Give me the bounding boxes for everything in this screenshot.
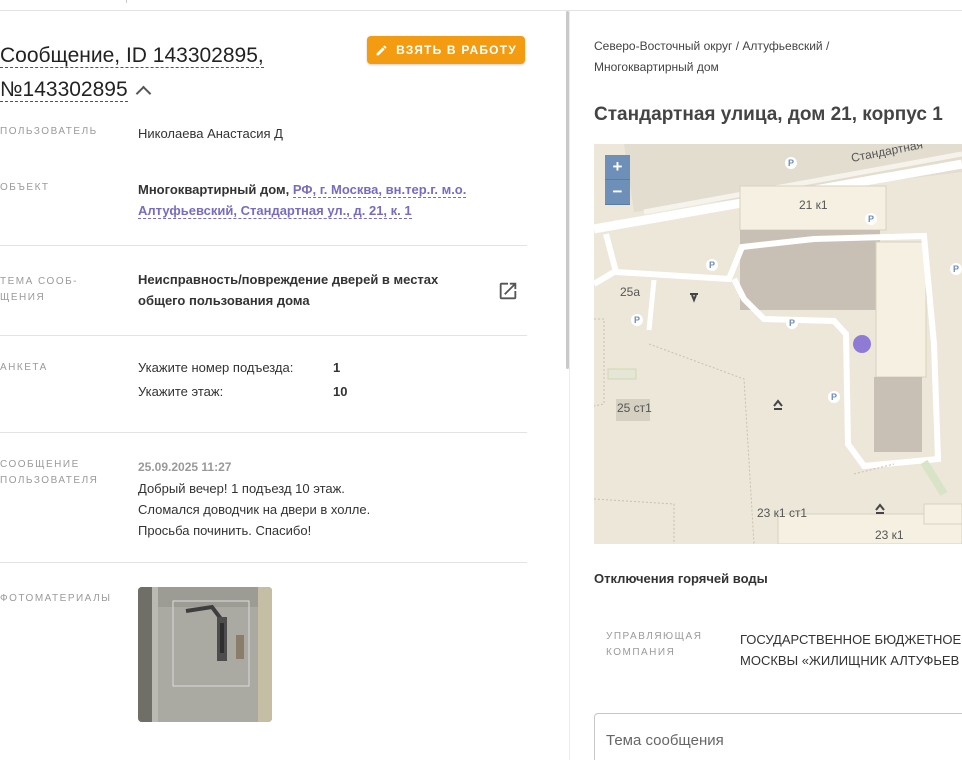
- chevron-up-icon[interactable]: [135, 85, 151, 102]
- parking-icon: P: [788, 158, 794, 168]
- pencil-icon: [376, 45, 387, 55]
- message-date: 25.09.2025 11:27: [138, 460, 232, 474]
- object-address-link[interactable]: РФ, г. Москва, вн.тер.г. м.о.: [292, 182, 467, 198]
- message-subject-input[interactable]: Тема сообщения: [594, 713, 962, 760]
- survey-question-2: Укажите этаж:: [138, 384, 224, 399]
- parking-icon: P: [789, 318, 795, 328]
- parking-icon: P: [634, 315, 640, 325]
- message-line: Сломался доводчик на двери в холле.: [138, 502, 371, 517]
- parking-icon: P: [709, 260, 715, 270]
- open-external-icon[interactable]: [497, 280, 519, 302]
- message-body: 25.09.2025 11:27 Добрый вечер! 1 подъезд…: [138, 456, 370, 541]
- map-zoom-controls: + −: [605, 155, 630, 205]
- zoom-out-button[interactable]: −: [605, 180, 630, 205]
- divider: [0, 245, 527, 246]
- divider: [0, 335, 527, 336]
- title-line1: Сообщение, ID 143302895,: [0, 44, 264, 68]
- title-line2: №143302895: [0, 78, 128, 102]
- user-label: ПОЛЬЗОВАТЕЛЬ: [0, 126, 98, 137]
- object-type: Многоквартирный дом,: [138, 182, 290, 197]
- hot-water-outages-link[interactable]: Отключения горячей воды: [594, 571, 768, 586]
- object-panel: Северо-Восточный округ / Алтуфьевский / М…: [570, 11, 962, 760]
- map-label: 23 к1: [875, 528, 904, 542]
- topic-label: ТЕМА СООБ- ЩЕНИЯ: [0, 276, 79, 303]
- message-details-panel: Сообщение, ID 143302895, №143302895 ВЗЯТ…: [0, 11, 566, 760]
- parking-icon: P: [953, 264, 959, 274]
- divider: [0, 562, 527, 563]
- parking-icon: P: [831, 392, 837, 402]
- top-tick: [126, 0, 127, 3]
- divider: [0, 432, 527, 433]
- take-to-work-button[interactable]: ВЗЯТЬ В РАБОТУ: [367, 36, 525, 64]
- zoom-in-button[interactable]: +: [605, 155, 630, 180]
- photo-thumbnail[interactable]: [138, 587, 272, 722]
- survey-answer-1: 1: [333, 360, 341, 375]
- survey-label: АНКЕТА: [0, 362, 48, 373]
- message-title[interactable]: Сообщение, ID 143302895, №143302895: [0, 39, 360, 107]
- parking-icon: P: [868, 214, 874, 224]
- map-label: 25 ст1: [617, 401, 652, 415]
- take-to-work-label: ВЗЯТЬ В РАБОТУ: [396, 43, 517, 57]
- map-label: 21 к1: [799, 198, 828, 212]
- breadcrumb: Северо-Восточный округ / Алтуфьевский / М…: [594, 39, 830, 74]
- message-line: Просьба починить. Спасибо!: [138, 523, 312, 538]
- topic-value: Неисправность/повреждение дверей в места…: [138, 272, 439, 308]
- user-value: Николаева Анастасия Д: [138, 126, 283, 141]
- message-line: Добрый вечер! 1 подъезд 10 этаж.: [138, 481, 345, 496]
- survey-question-1: Укажите номер подъезда:: [138, 360, 294, 375]
- object-label: ОБЪЕКТ: [0, 182, 50, 193]
- object-value: Многоквартирный дом, РФ, г. Москва, вн.т…: [138, 179, 518, 221]
- map-label: 23 к1 ст1: [757, 506, 807, 520]
- message-label: СООБЩЕНИЕ ПОЛЬЗОВАТЕЛЯ: [0, 459, 99, 486]
- map-label: 25а: [620, 285, 640, 299]
- management-company-label: УПРАВЛЯЮЩАЯ КОМПАНИЯ: [606, 631, 703, 658]
- map[interactable]: Стандартная 21 к1 25а 25 ст1 23 к1 ст1 2…: [594, 144, 962, 544]
- management-company-value: ГОСУДАРСТВЕННОЕ БЮДЖЕТНОЕ МОСКВЫ «ЖИЛИЩНИ…: [740, 632, 962, 668]
- photos-label: ФОТОМАТЕРИАЛЫ: [0, 593, 112, 604]
- survey-answer-2: 10: [333, 384, 348, 399]
- object-address-link-line2[interactable]: Алтуфьевский, Стандартная ул., д. 21, к.…: [138, 203, 412, 219]
- object-address-title: Стандартная улица, дом 21, корпус 1: [594, 104, 943, 125]
